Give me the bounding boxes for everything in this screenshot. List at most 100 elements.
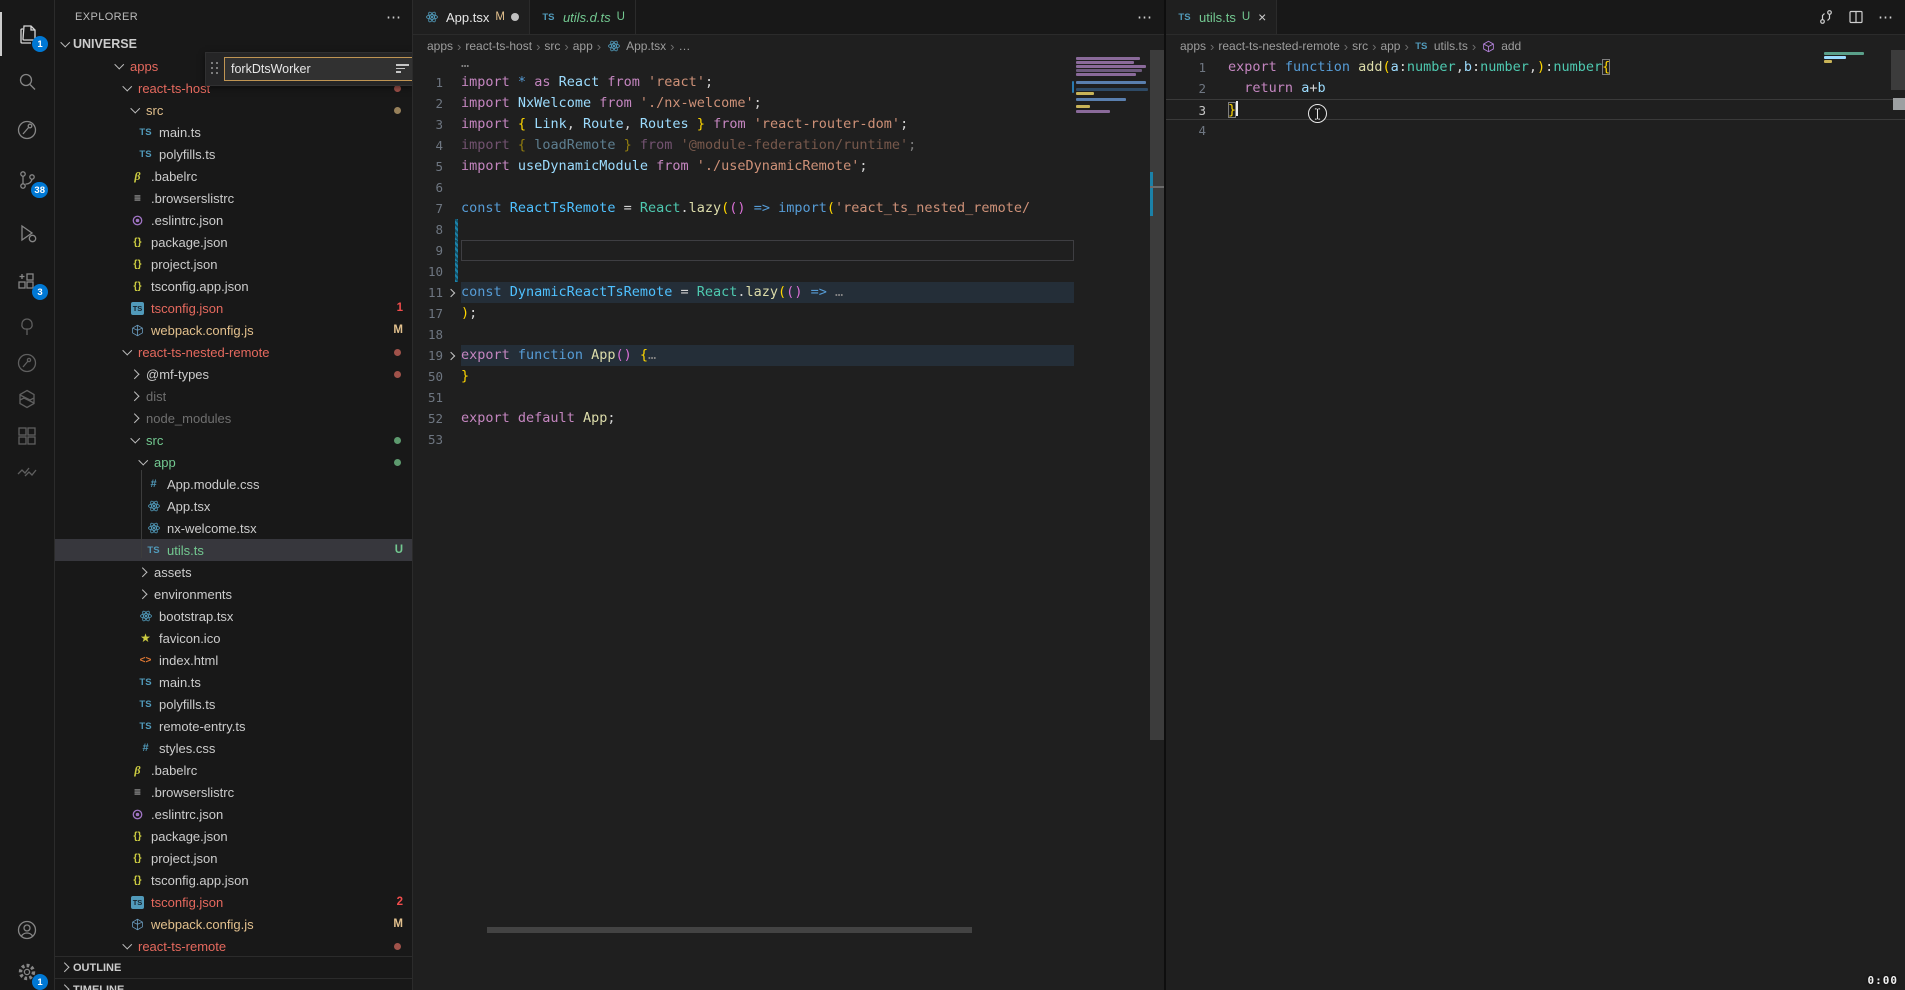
close-icon[interactable]: × (1258, 9, 1266, 25)
tree-file-utils.ts[interactable]: TSutils.tsU (55, 539, 412, 561)
tree-folder-dist[interactable]: dist (55, 385, 412, 407)
breadcrumb-item-utils.ts[interactable]: TSutils.ts (1413, 38, 1468, 54)
tree-file-.eslintrc.json[interactable]: .eslintrc.json (55, 803, 412, 825)
account-icon[interactable] (0, 908, 54, 952)
minimap[interactable] (1822, 52, 1872, 68)
run-debug-icon[interactable] (0, 211, 54, 255)
tree-file-remote-entry.ts[interactable]: TSremote-entry.ts (55, 715, 412, 737)
tree-file-polyfills.ts[interactable]: TSpolyfills.ts (55, 143, 412, 165)
code-line-8: 8 (413, 219, 1164, 240)
react-file-icon (145, 520, 162, 536)
line-number: 18 (413, 324, 443, 345)
explorer-more-actions-icon[interactable]: ⋯ (386, 8, 402, 26)
nx-console-icon[interactable] (0, 108, 54, 152)
tree-file-bootstrap.tsx[interactable]: bootstrap.tsx (55, 605, 412, 627)
tree-file-.browserslistrc[interactable]: ≡.browserslistrc (55, 187, 412, 209)
tree-folder-react-ts-remote[interactable]: react-ts-remote (55, 935, 412, 957)
line-number: 3 (413, 114, 443, 135)
breadcrumb-item-…[interactable]: … (679, 39, 691, 53)
outline-section-header[interactable]: OUTLINE (55, 956, 412, 978)
tree-file-project.json[interactable]: {}project.json (55, 253, 412, 275)
vertical-scrollbar[interactable] (1891, 50, 1905, 90)
breadcrumb-separator: › (1472, 39, 1476, 54)
drag-grip-icon[interactable] (210, 61, 220, 77)
tree-file-tsconfig.json[interactable]: TStsconfig.json2 (55, 891, 412, 913)
tree-find-input[interactable] (231, 62, 392, 76)
source-control-icon[interactable]: 38 (0, 158, 54, 202)
code-line-2: 2import NxWelcome from './nx-welcome'; (413, 93, 1164, 114)
fold-chevron-icon[interactable] (447, 288, 457, 298)
tree-folder-assets[interactable]: assets (55, 561, 412, 583)
settings-icon[interactable]: 1 (0, 950, 54, 990)
tree-file-App.module.css[interactable]: #App.module.css (55, 473, 412, 495)
split-editor-icon[interactable] (1848, 9, 1864, 25)
tree-file-index.html[interactable]: <>index.html (55, 649, 412, 671)
timeline-section-header[interactable]: TIMELINE (55, 978, 412, 990)
tree-file-polyfills.ts[interactable]: TSpolyfills.ts (55, 693, 412, 715)
search-icon[interactable] (0, 60, 54, 104)
tree-folder-node_modules[interactable]: node_modules (55, 407, 412, 429)
tree-item-label: project.json (151, 257, 217, 272)
line-number: 19 (413, 345, 443, 366)
extensions-icon[interactable]: 3 (0, 260, 54, 304)
tree-file-.browserslistrc[interactable]: ≡.browserslistrc (55, 781, 412, 803)
tree-folder-react-ts-nested-remote[interactable]: react-ts-nested-remote (55, 341, 412, 363)
tree-file-styles.css[interactable]: #styles.css (55, 737, 412, 759)
tree-file-nx-welcome.tsx[interactable]: nx-welcome.tsx (55, 517, 412, 539)
breadcrumb-item-react-ts-nested-remote[interactable]: react-ts-nested-remote (1218, 39, 1339, 53)
tree-file-tsconfig.app.json[interactable]: {}tsconfig.app.json (55, 275, 412, 297)
code-line-5: 5import useDynamicModule from './useDyna… (413, 156, 1164, 177)
breadcrumb-item-apps[interactable]: apps (427, 39, 453, 53)
tree-file-package.json[interactable]: {}package.json (55, 825, 412, 847)
tab-App.tsx[interactable]: App.tsxM (413, 0, 530, 34)
tree-folder-app[interactable]: app (55, 451, 412, 473)
filter-icon[interactable] (396, 64, 410, 74)
git-status-dot (394, 107, 401, 114)
dirty-indicator-icon[interactable] (511, 13, 519, 21)
squiggle-icon[interactable] (0, 450, 54, 494)
breadcrumb-item-app[interactable]: app (573, 39, 593, 53)
more-actions-icon[interactable]: ⋯ (1878, 8, 1893, 26)
code-editor-app-tsx[interactable]: …1import * as React from 'react';2import… (413, 57, 1164, 990)
vertical-scrollbar[interactable] (1150, 50, 1164, 740)
tree-file-main.ts[interactable]: TSmain.ts (55, 121, 412, 143)
code-line-17: 17); (413, 303, 1164, 324)
tree-file-.babelrc[interactable]: β.babelrc (55, 165, 412, 187)
breadcrumb-item-app[interactable]: app (1380, 39, 1400, 53)
breadcrumb-item-add[interactable]: add (1480, 38, 1521, 54)
tree-folder-environments[interactable]: environments (55, 583, 412, 605)
breadcrumb-item-apps[interactable]: apps (1180, 39, 1206, 53)
tree-folder-src[interactable]: src (55, 429, 412, 451)
tree-file-webpack.config.js[interactable]: webpack.config.jsM (55, 319, 412, 341)
css-file-icon: # (137, 740, 154, 756)
horizontal-scrollbar[interactable] (487, 927, 972, 933)
tree-file-.babelrc[interactable]: β.babelrc (55, 759, 412, 781)
more-actions-icon[interactable]: ⋯ (1137, 8, 1152, 26)
breadcrumb-separator: › (457, 39, 461, 54)
tree-file-main.ts[interactable]: TSmain.ts (55, 671, 412, 693)
fold-chevron-icon[interactable] (447, 351, 457, 361)
tab-utils.ts[interactable]: TSutils.tsU× (1166, 0, 1277, 34)
tree-file-tsconfig.json[interactable]: TStsconfig.json1 (55, 297, 412, 319)
tree-item-label: utils.ts (167, 543, 204, 558)
breadcrumb-item-App.tsx[interactable]: App.tsx (605, 38, 666, 54)
tree-file-.eslintrc.json[interactable]: .eslintrc.json (55, 209, 412, 231)
breadcrumb-item-src[interactable]: src (544, 39, 560, 53)
tree-folder-@mf-types[interactable]: @mf-types (55, 363, 412, 385)
minimap[interactable] (1074, 57, 1150, 177)
tree-file-project.json[interactable]: {}project.json (55, 847, 412, 869)
tree-file-tsconfig.app.json[interactable]: {}tsconfig.app.json (55, 869, 412, 891)
code-editor-utils-ts[interactable]: 1export function add(a:number,b:number,)… (1166, 57, 1905, 990)
tree-folder-src[interactable]: src (55, 99, 412, 121)
react-file-icon (145, 498, 162, 514)
breadcrumb-item-src[interactable]: src (1352, 39, 1368, 53)
chevron-right-icon (129, 411, 143, 425)
explorer-icon[interactable]: 1 (0, 12, 54, 56)
tab-utils.d.ts[interactable]: TSutils.d.tsU (530, 0, 636, 34)
tree-file-package.json[interactable]: {}package.json (55, 231, 412, 253)
tree-file-App.tsx[interactable]: App.tsx (55, 495, 412, 517)
breadcrumb-item-react-ts-host[interactable]: react-ts-host (465, 39, 532, 53)
tree-file-webpack.config.js[interactable]: webpack.config.jsM (55, 913, 412, 935)
compare-changes-icon[interactable] (1818, 9, 1834, 25)
tree-file-favicon.ico[interactable]: ★favicon.ico (55, 627, 412, 649)
